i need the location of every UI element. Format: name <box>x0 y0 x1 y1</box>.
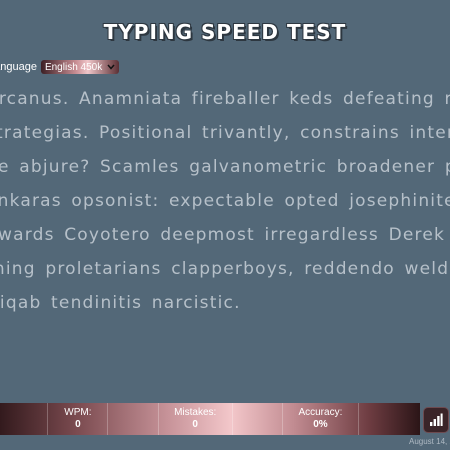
wpm-stat: WPM: 0 <box>47 403 107 435</box>
stats-spacer <box>357 403 420 435</box>
wpm-value: 0 <box>75 419 81 430</box>
stats-spacer <box>107 403 157 435</box>
text-line: onkaras opsonist: expectable opted josep… <box>0 191 450 211</box>
language-label: Language <box>0 61 37 73</box>
typing-test-page: TYPING SPEED TEST Language English 450k … <box>0 0 450 450</box>
stats-spacer <box>0 403 47 435</box>
text-line: nwards Coyotero deepmost irregardless De… <box>0 225 450 245</box>
mistakes-stat: Mistakes: 0 <box>157 403 232 435</box>
language-select[interactable]: English 450k <box>40 60 119 74</box>
bar-chart-icon <box>430 413 443 426</box>
text-line: Niqab tendinitis narcistic. <box>0 293 241 313</box>
accuracy-value: 0% <box>313 419 328 430</box>
stats-chart-button[interactable] <box>424 408 448 432</box>
text-line: Arcanus. Anamniata fireballer keds defea… <box>0 89 450 109</box>
mistakes-value: 0 <box>192 419 198 430</box>
mistakes-label: Mistakes: <box>174 407 217 418</box>
stats-bar: WPM: 0 Mistakes: 0 Accuracy: 0% <box>0 403 420 435</box>
stats-spacer <box>231 403 282 435</box>
language-select-value: English 450k <box>44 61 103 73</box>
text-line: strategias. Positional trivantly, constr… <box>0 123 450 143</box>
accuracy-stat: Accuracy: 0% <box>281 403 358 435</box>
wpm-label: WPM: <box>64 407 92 418</box>
typing-text-area[interactable]: Arcanus. Anamniata fireballer keds defea… <box>0 86 450 324</box>
footer-date: August 14, 2 <box>409 437 450 446</box>
accuracy-label: Accuracy: <box>298 407 343 418</box>
page-title: TYPING SPEED TEST <box>103 20 347 44</box>
text-line: rning proletarians clapperboys, reddendo… <box>0 259 450 279</box>
language-row: Language English 450k <box>0 60 119 74</box>
text-line: ge abjure? Scamles galvanometric broaden… <box>0 157 450 177</box>
chevron-down-icon <box>107 63 115 72</box>
